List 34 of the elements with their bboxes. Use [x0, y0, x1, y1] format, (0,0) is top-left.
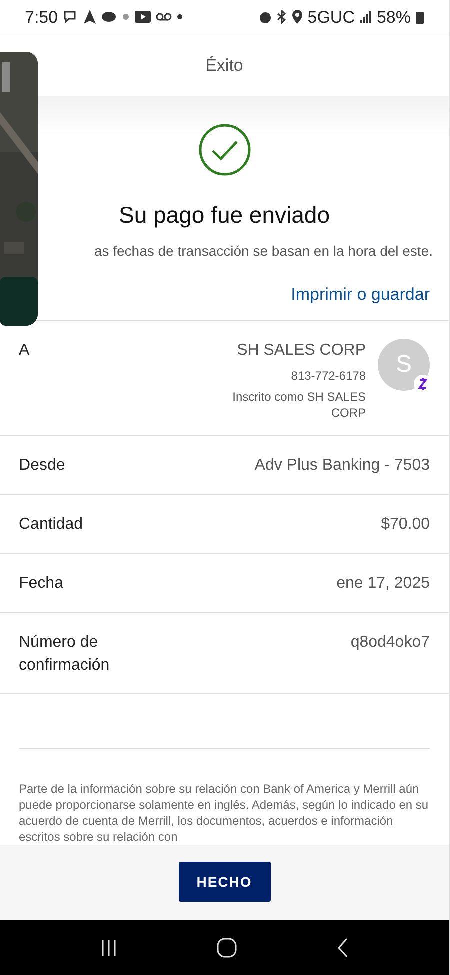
- video-icon: [135, 11, 152, 24]
- network-label: 5GUC: [308, 6, 355, 29]
- back-icon[interactable]: [337, 938, 350, 958]
- battery-percent: 58%: [376, 6, 411, 29]
- status-time: 7:50: [25, 6, 58, 29]
- location-icon: [292, 10, 303, 24]
- voicemail-icon: [156, 13, 172, 22]
- page-title: Éxito: [206, 54, 244, 77]
- detail-value: Adv Plus Banking - 7503: [254, 456, 430, 476]
- recipient-enrolled: Inscrito como SH SALES CORP: [232, 388, 366, 421]
- detail-label: Desde: [19, 456, 66, 476]
- signal-icon: [360, 11, 372, 24]
- bluetooth-icon: [276, 10, 287, 24]
- confirmation-title: Su pago fue enviado: [118, 201, 330, 230]
- recent-apps-icon[interactable]: [100, 938, 118, 957]
- home-icon[interactable]: [217, 938, 238, 958]
- dot-icon: [122, 13, 130, 22]
- detail-value: q8od4oko7: [350, 632, 430, 653]
- done-button[interactable]: HECHO: [178, 862, 270, 902]
- disclaimer-text: Parte de la información sobre su relación con Bank of America y Merrill aún puede proporcionarse solamente en inglés. Además, según lo indicado en su acuerdo de cuenta de Merrill, los documentos, acuerdos e información escritos sobre su relación con: [18, 780, 430, 845]
- detail-value: ene 17, 2025: [336, 574, 430, 594]
- recipient-phone: 813-772-6178: [291, 368, 366, 385]
- confirmation-subtitle: as fechas de transacción se basan en la hora del este.: [94, 242, 433, 261]
- navigation-icon: [84, 10, 96, 24]
- print-save-link[interactable]: Imprimir o guardar: [291, 284, 430, 304]
- recipient-name: SH SALES CORP: [237, 340, 366, 361]
- detail-label: Fecha: [19, 574, 64, 594]
- detail-label: Cantidad: [19, 514, 84, 535]
- dot-icon: [177, 14, 184, 20]
- check-circle-icon: [198, 124, 250, 176]
- battery-icon: [416, 10, 424, 24]
- detail-label: Número de confirmación: [19, 632, 111, 676]
- detail-value: $70.00: [381, 514, 430, 535]
- detail-label: A: [19, 340, 30, 361]
